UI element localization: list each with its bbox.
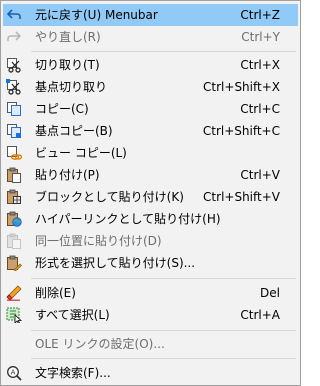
menu-item-paste-special[interactable]: 形式を選択して貼り付け(S)... xyxy=(3,252,298,274)
menu-item-shortcut: Del xyxy=(260,286,280,300)
menu-item-label: すべて選択(L) xyxy=(35,308,110,322)
menu-item-label: 基点切り取り xyxy=(35,80,108,94)
menu-item-cut-with-basepoint[interactable]: 基点切り取り Ctrl+Shift+X xyxy=(3,76,298,98)
menu-item-shortcut: Ctrl+Shift+X xyxy=(203,80,280,94)
menu-item-paste-as-hyperlink[interactable]: ハイパーリンクとして貼り付け(H) xyxy=(3,208,298,230)
menu-item-shortcut: Ctrl+Shift+C xyxy=(202,124,280,138)
redo-icon xyxy=(7,31,22,41)
menu-item-label: 基点コピー(B) xyxy=(35,124,113,138)
menu-item-shortcut: Ctrl+X xyxy=(240,58,280,72)
menu-item-label: ビュー コピー(L) xyxy=(35,146,127,160)
menu-separator xyxy=(31,330,296,331)
paste-as-hyperlink-icon xyxy=(7,211,22,227)
menu-item-label: 削除(E) xyxy=(35,286,76,300)
menu-separator xyxy=(31,278,296,279)
svg-text:A: A xyxy=(11,369,16,377)
menu-item-label: 貼り付け(P) xyxy=(35,168,100,182)
menu-item-erase[interactable]: 削除(E) Del xyxy=(3,282,298,304)
menu-item-label: コピー(C) xyxy=(35,102,89,116)
menu-item-shortcut: Ctrl+Y xyxy=(241,30,280,44)
menu-item-copy-with-basepoint[interactable]: 基点コピー(B) Ctrl+Shift+C xyxy=(3,120,298,142)
menu-item-select-all[interactable]: すべて選択(L) Ctrl+A xyxy=(3,304,298,326)
menu-item-shortcut: Ctrl+C xyxy=(240,102,280,116)
menu-item-copy[interactable]: コピー(C) Ctrl+C xyxy=(3,98,298,120)
menu-item-label: 形式を選択して貼り付け(S)... xyxy=(35,256,196,270)
menu-item-shortcut: Ctrl+V xyxy=(240,168,280,182)
menu-item-paste-to-original[interactable]: 同一位置に貼り付け(D) xyxy=(3,230,298,252)
edit-menu: 元に戻す(U) Menubar Ctrl+Z やり直し(R) Ctrl+Y 切り… xyxy=(0,0,301,386)
menu-item-label: ハイパーリンクとして貼り付け(H) xyxy=(35,212,221,226)
menu-item-cut[interactable]: 切り取り(T) Ctrl+X xyxy=(3,54,298,76)
menu-item-paste-as-block[interactable]: ブロックとして貼り付け(K) Ctrl+Shift+V xyxy=(3,186,298,208)
copy-icon xyxy=(7,102,21,116)
select-all-icon xyxy=(6,307,22,323)
menu-item-label: 文字検索(F)... xyxy=(35,366,111,380)
cut-with-basepoint-icon xyxy=(6,79,21,95)
paste-to-original-icon xyxy=(7,233,21,249)
erase-icon xyxy=(6,285,22,301)
menu-item-shortcut: Ctrl+Z xyxy=(240,8,280,22)
paste-icon xyxy=(7,167,21,183)
menu-item-label: 元に戻す(U) Menubar xyxy=(35,8,158,22)
menu-item-find-text[interactable]: A 文字検索(F)... xyxy=(3,362,298,384)
undo-icon xyxy=(6,9,21,19)
menu-item-view-copy[interactable]: ビュー コピー(L) xyxy=(3,142,298,164)
menu-item-undo[interactable]: 元に戻す(U) Menubar Ctrl+Z xyxy=(3,4,298,26)
cut-icon xyxy=(7,58,21,73)
menu-item-label: 同一位置に貼り付け(D) xyxy=(35,234,162,248)
menu-item-label: 切り取り(T) xyxy=(35,58,100,72)
menu-item-label: ブロックとして貼り付け(K) xyxy=(35,190,184,204)
menu-item-redo[interactable]: やり直し(R) Ctrl+Y xyxy=(3,26,298,48)
copy-link-icon xyxy=(7,146,22,160)
menu-separator xyxy=(31,51,296,52)
paste-special-icon xyxy=(7,255,22,271)
paste-as-block-icon xyxy=(7,189,21,204)
menu-item-label: OLE リンクの設定(O)... xyxy=(35,337,165,351)
menu-separator xyxy=(31,358,296,359)
menu-item-label: やり直し(R) xyxy=(35,30,101,44)
menu-item-shortcut: Ctrl+Shift+V xyxy=(203,190,280,204)
menu-item-ole-links[interactable]: OLE リンクの設定(O)... xyxy=(3,333,298,355)
copy-with-basepoint-icon xyxy=(7,124,21,138)
find-text-icon: A xyxy=(7,366,22,381)
menu-item-shortcut: Ctrl+A xyxy=(240,308,280,322)
menu-item-paste[interactable]: 貼り付け(P) Ctrl+V xyxy=(3,164,298,186)
